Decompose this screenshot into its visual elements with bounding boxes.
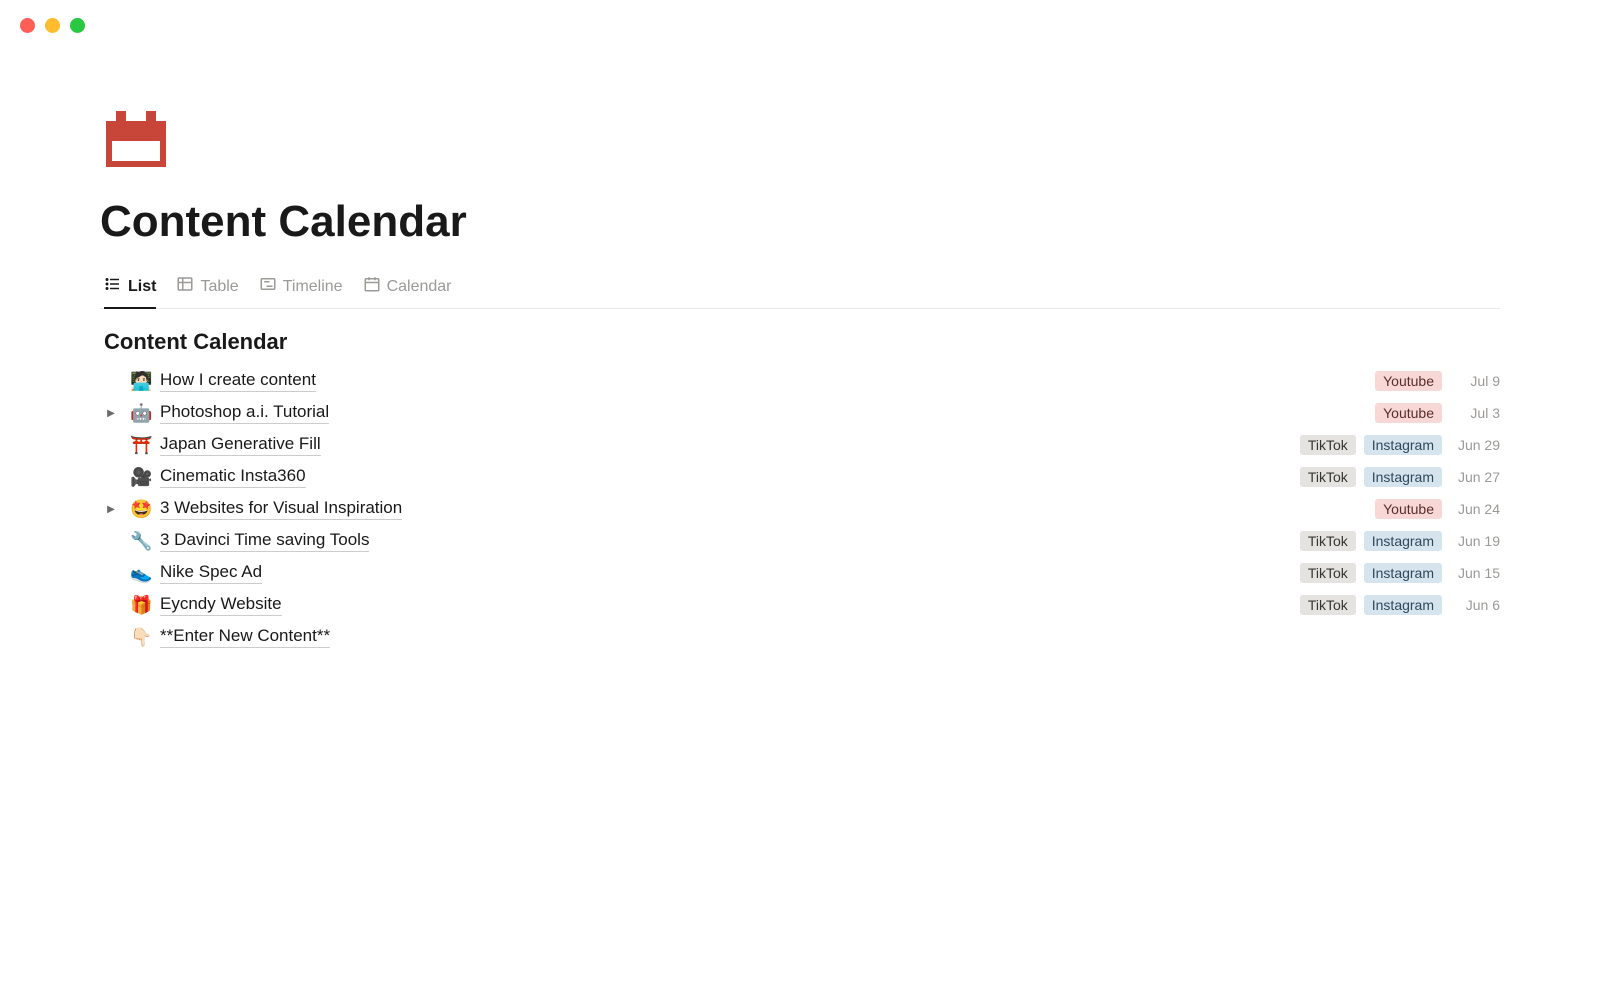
- item-emoji-icon: 🤖: [130, 403, 152, 424]
- tab-label: Timeline: [283, 278, 343, 296]
- window-close-button[interactable]: [20, 18, 35, 33]
- list-item[interactable]: 🔧 3 Davinci Time saving Tools TikTok Instag…: [100, 525, 1500, 557]
- page-icon-calendar[interactable]: [106, 111, 166, 167]
- item-tags: TikTok Instagram: [1300, 435, 1442, 455]
- tag-youtube[interactable]: Youtube: [1375, 499, 1442, 519]
- tag-youtube[interactable]: Youtube: [1375, 371, 1442, 391]
- window-traffic-lights: [0, 0, 1600, 51]
- tag-instagram[interactable]: Instagram: [1364, 531, 1442, 551]
- tab-timeline[interactable]: Timeline: [259, 267, 343, 308]
- item-tags: TikTok Instagram: [1300, 467, 1442, 487]
- item-title[interactable]: **Enter New Content**: [160, 626, 330, 648]
- item-date: Jun 6: [1452, 597, 1500, 613]
- table-view-icon: [176, 275, 194, 298]
- item-title[interactable]: 3 Websites for Visual Inspiration: [160, 498, 402, 520]
- list-item[interactable]: 👇🏻 **Enter New Content**: [100, 621, 1500, 653]
- timeline-view-icon: [259, 275, 277, 298]
- tag-tiktok[interactable]: TikTok: [1300, 435, 1356, 455]
- item-title[interactable]: 3 Davinci Time saving Tools: [160, 530, 369, 552]
- view-tabs: List Table Timeline Calendar: [100, 267, 1500, 309]
- calendar-view-icon: [363, 275, 381, 298]
- database-title[interactable]: Content Calendar: [104, 329, 1500, 355]
- tab-table[interactable]: Table: [176, 267, 238, 308]
- tab-calendar[interactable]: Calendar: [363, 267, 452, 308]
- tag-instagram[interactable]: Instagram: [1364, 595, 1442, 615]
- list-item[interactable]: ▶ 🤖 Photoshop a.i. Tutorial Youtube Jul 3: [100, 397, 1500, 429]
- item-date: Jul 9: [1452, 373, 1500, 389]
- item-tags: Youtube: [1375, 403, 1442, 423]
- item-emoji-icon: 👇🏻: [130, 627, 152, 648]
- list-item[interactable]: ▶ 🤩 3 Websites for Visual Inspiration Youtu…: [100, 493, 1500, 525]
- item-tags: Youtube: [1375, 499, 1442, 519]
- tab-list[interactable]: List: [104, 267, 156, 308]
- tag-youtube[interactable]: Youtube: [1375, 403, 1442, 423]
- item-date: Jun 24: [1452, 501, 1500, 517]
- tag-instagram[interactable]: Instagram: [1364, 563, 1442, 583]
- tag-tiktok[interactable]: TikTok: [1300, 595, 1356, 615]
- list-item[interactable]: 🎥 Cinematic Insta360 TikTok Instagram Jun 27: [100, 461, 1500, 493]
- item-emoji-icon: 🧑🏻‍💻: [130, 371, 152, 392]
- tag-tiktok[interactable]: TikTok: [1300, 531, 1356, 551]
- tab-label: Table: [200, 278, 238, 296]
- item-date: Jun 15: [1452, 565, 1500, 581]
- tag-tiktok[interactable]: TikTok: [1300, 563, 1356, 583]
- item-title[interactable]: Photoshop a.i. Tutorial: [160, 402, 329, 424]
- list-item[interactable]: 🎁 Eycndy Website TikTok Instagram Jun 6: [100, 589, 1500, 621]
- item-tags: Youtube: [1375, 371, 1442, 391]
- item-emoji-icon: 🎥: [130, 467, 152, 488]
- item-title[interactable]: Cinematic Insta360: [160, 466, 306, 488]
- list-item[interactable]: 🧑🏻‍💻 How I create content Youtube Jul 9: [100, 365, 1500, 397]
- item-date: Jul 3: [1452, 405, 1500, 421]
- item-title[interactable]: Eycndy Website: [160, 594, 282, 616]
- list-view-icon: [104, 275, 122, 298]
- tag-instagram[interactable]: Instagram: [1364, 435, 1442, 455]
- item-title[interactable]: Nike Spec Ad: [160, 562, 262, 584]
- page-container: Content Calendar List Table Timeline Calend…: [0, 51, 1600, 653]
- toggle-icon[interactable]: ▶: [100, 504, 122, 515]
- toggle-icon[interactable]: ▶: [100, 408, 122, 419]
- item-date: Jun 27: [1452, 469, 1500, 485]
- window-zoom-button[interactable]: [70, 18, 85, 33]
- list-item[interactable]: ⛩️ Japan Generative Fill TikTok Instagram Ju…: [100, 429, 1500, 461]
- list-item[interactable]: 👟 Nike Spec Ad TikTok Instagram Jun 15: [100, 557, 1500, 589]
- item-title[interactable]: Japan Generative Fill: [160, 434, 321, 456]
- item-emoji-icon: 🎁: [130, 595, 152, 616]
- tag-tiktok[interactable]: TikTok: [1300, 467, 1356, 487]
- item-emoji-icon: 🔧: [130, 531, 152, 552]
- item-date: Jun 29: [1452, 437, 1500, 453]
- tag-instagram[interactable]: Instagram: [1364, 467, 1442, 487]
- item-tags: TikTok Instagram: [1300, 563, 1442, 583]
- page-title[interactable]: Content Calendar: [100, 197, 1500, 247]
- item-date: Jun 19: [1452, 533, 1500, 549]
- tab-label: List: [128, 278, 156, 296]
- item-title[interactable]: How I create content: [160, 370, 316, 392]
- tab-label: Calendar: [387, 278, 452, 296]
- item-tags: TikTok Instagram: [1300, 595, 1442, 615]
- item-emoji-icon: 🤩: [130, 499, 152, 520]
- content-list: 🧑🏻‍💻 How I create content Youtube Jul 9 ▶ 🤖 Ph…: [100, 365, 1500, 653]
- item-emoji-icon: ⛩️: [130, 435, 152, 456]
- item-tags: TikTok Instagram: [1300, 531, 1442, 551]
- item-emoji-icon: 👟: [130, 563, 152, 584]
- window-minimize-button[interactable]: [45, 18, 60, 33]
